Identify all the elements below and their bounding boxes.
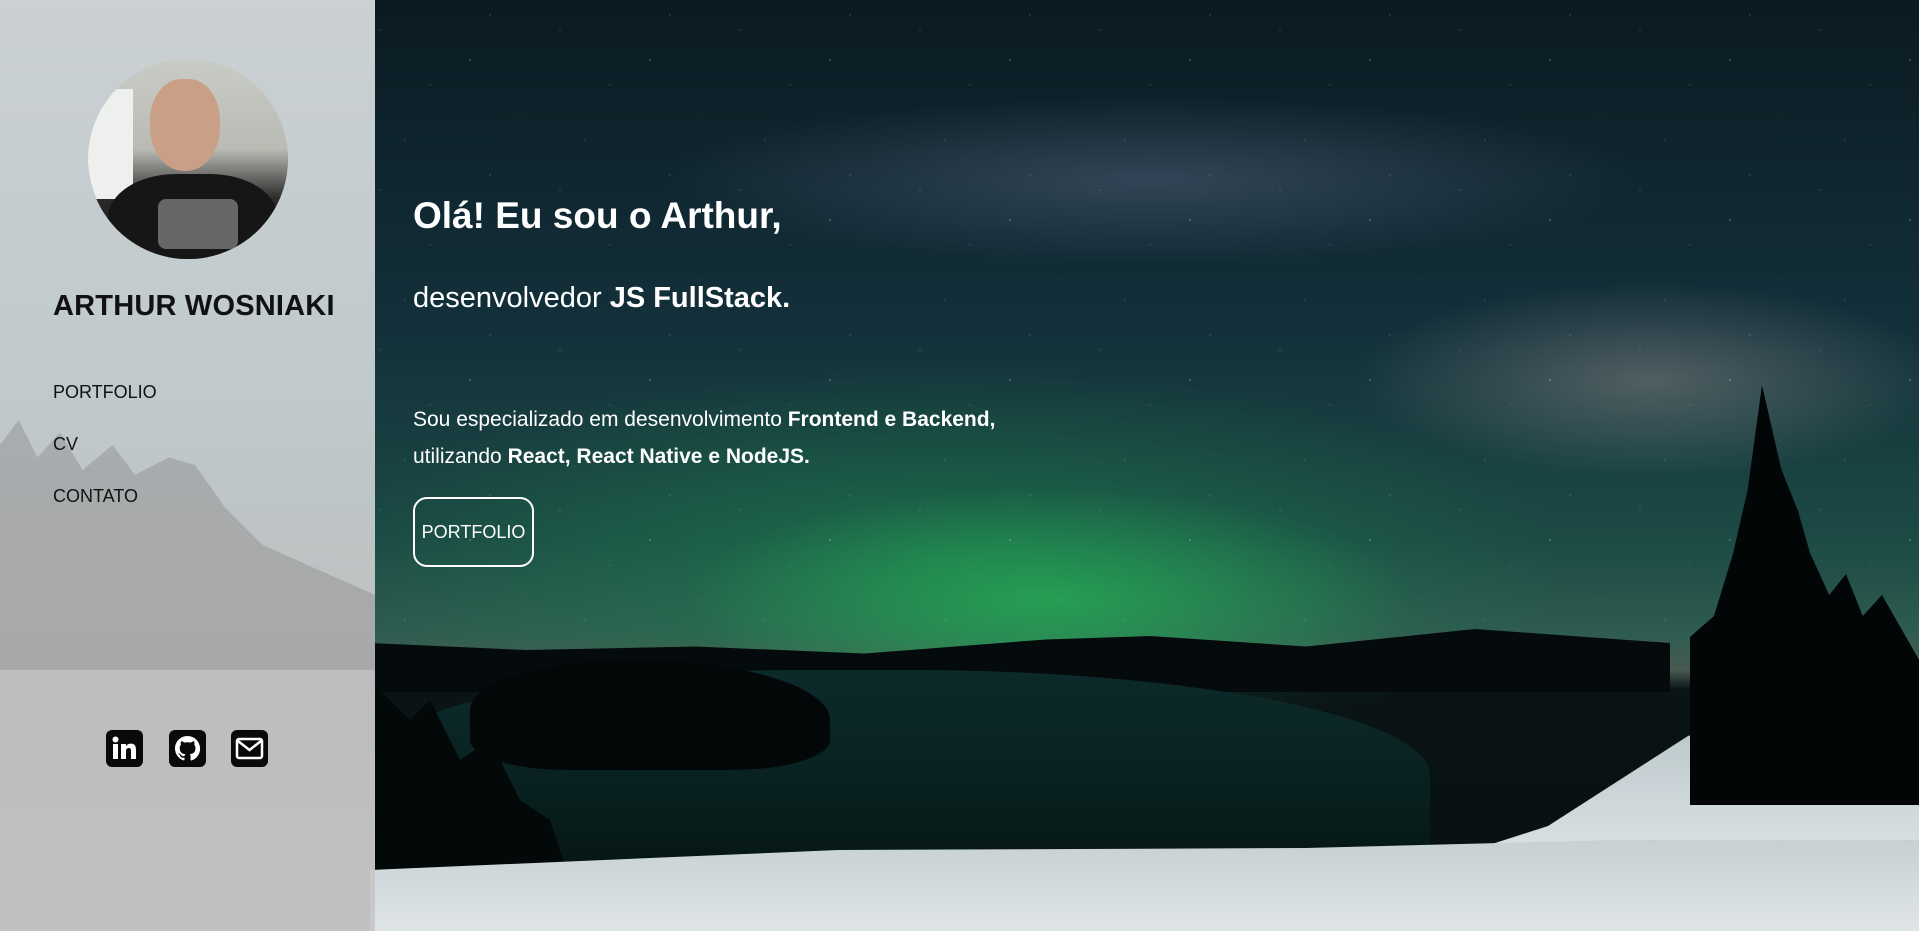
desc-line2-prefix: utilizando — [413, 445, 508, 468]
desc-line2-strong: React, React Native e NodeJS. — [507, 445, 810, 468]
avatar-shirt-print — [158, 199, 238, 249]
sidebar-tree-silhouette — [0, 420, 375, 670]
hero-subtitle-strong: JS FullStack. — [609, 282, 791, 314]
hero-description: Sou especializado em desenvolvimento Fro… — [413, 401, 995, 475]
email-icon[interactable] — [231, 730, 268, 767]
linkedin-icon[interactable] — [106, 730, 143, 767]
desc-line1-strong: Frontend e Backend, — [787, 408, 996, 431]
avatar — [88, 59, 288, 259]
hero-subtitle: desenvolvedor JS FullStack. — [413, 282, 790, 315]
hero-subtitle-prefix: desenvolvedor — [413, 282, 610, 314]
hero-greeting: Olá! Eu sou o Arthur, — [413, 195, 782, 236]
sidebar: ARTHUR WOSNIAKI PORTFOLIO CV CONTATO — [0, 0, 375, 931]
avatar-head — [150, 79, 220, 171]
avatar-window — [88, 89, 133, 199]
desc-line1-prefix: Sou especializado em desenvolvimento — [413, 408, 788, 431]
nav-item-portfolio[interactable]: PORTFOLIO — [53, 382, 157, 403]
hero-description-line1: Sou especializado em desenvolvimento Fro… — [413, 401, 995, 438]
hero-description-line2: utilizando React, React Native e NodeJS. — [413, 438, 995, 475]
nav-item-cv[interactable]: CV — [53, 434, 78, 455]
nav-item-contato[interactable]: CONTATO — [53, 486, 138, 507]
portfolio-button[interactable]: PORTFOLIO — [413, 497, 534, 567]
profile-name: ARTHUR WOSNIAKI — [53, 290, 335, 322]
github-icon[interactable] — [169, 730, 206, 767]
